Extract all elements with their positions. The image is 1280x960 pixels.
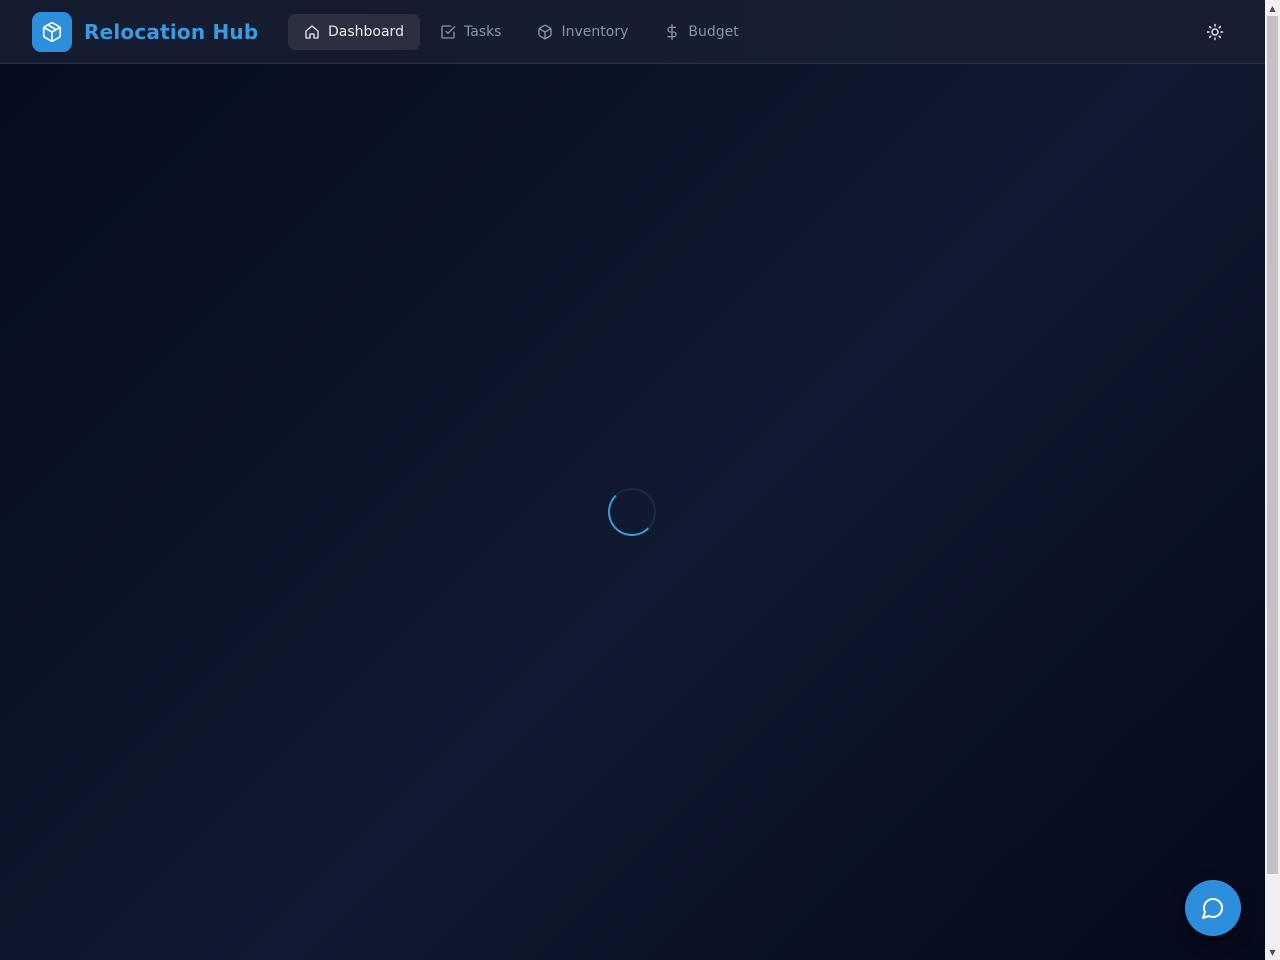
nav-item-label: Tasks [463,24,502,40]
nav-item-label: Budget [688,24,739,40]
nav-item-tasks[interactable]: Tasks [424,14,518,50]
nav-item-label: Inventory [561,24,629,40]
checkbox-icon [441,25,456,39]
scroll-up-arrow-icon[interactable]: ▲ [1265,0,1280,16]
scrollbar-thumb[interactable] [1267,16,1278,874]
brand[interactable]: Relocation Hub [32,12,258,52]
brand-name: Relocation Hub [84,20,259,44]
main-nav: Dashboard Tasks Inventory Budget [288,14,759,50]
loading-spinner [608,488,656,536]
sun-icon [1206,23,1224,41]
scroll-down-arrow-icon[interactable]: ▼ [1265,944,1280,960]
chat-bubble-icon [1202,898,1223,919]
theme-toggle-button[interactable] [1203,20,1227,44]
app-page: Relocation Hub Dashboard Tasks Inventory… [0,0,1265,960]
box-icon [538,24,553,40]
chat-button[interactable] [1185,880,1241,936]
nav-item-dashboard[interactable]: Dashboard [288,14,420,50]
box-icon [32,12,72,52]
nav-item-budget[interactable]: Budget [648,14,754,50]
top-navigation-bar: Relocation Hub Dashboard Tasks Inventory… [0,0,1265,64]
home-icon [305,25,319,39]
nav-item-label: Dashboard [328,24,404,40]
nav-item-inventory[interactable]: Inventory [521,14,644,50]
dollar-icon [667,24,678,40]
vertical-scrollbar[interactable]: ▲ ▼ [1265,0,1280,960]
